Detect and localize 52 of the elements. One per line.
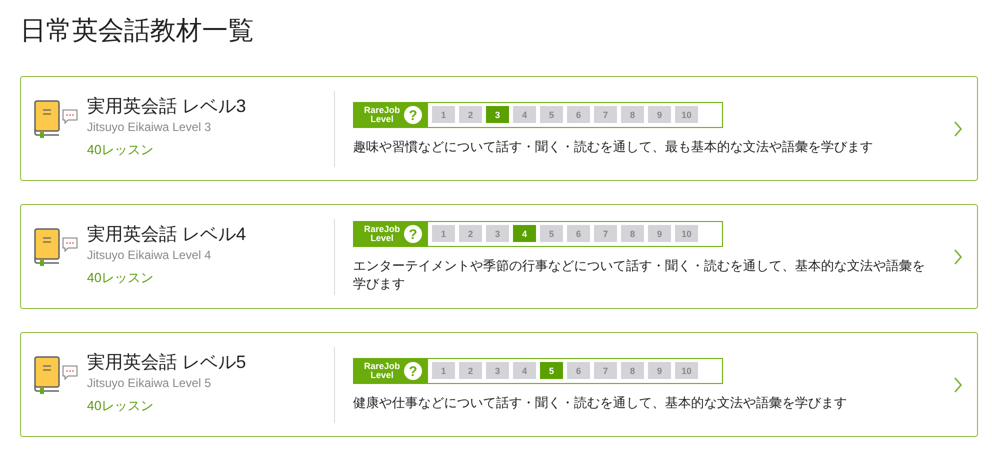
level-step: 2 bbox=[459, 362, 482, 379]
level-step: 10 bbox=[675, 225, 698, 242]
level-step: 2 bbox=[459, 225, 482, 242]
course-description: 趣味や習慣などについて話す・聞く・読むを通して、最も基本的な文法や語彙を学びます bbox=[353, 138, 874, 156]
level-step: 3 bbox=[486, 362, 510, 379]
course-description: 健康や仕事などについて話す・聞く・読むを通して、基本的な文法や語彙を学びます bbox=[353, 394, 848, 412]
book-icon bbox=[33, 226, 79, 266]
level-label: RareJob Level bbox=[364, 362, 400, 380]
course-title: 実用英会話 レベル3 bbox=[87, 94, 246, 116]
level-step: 1 bbox=[432, 106, 456, 123]
level-step: 9 bbox=[648, 362, 672, 379]
level-step: 6 bbox=[567, 106, 590, 123]
course-subtitle: Jitsuyo Eikaiwa Level 4 bbox=[87, 246, 212, 262]
level-step: 5 bbox=[540, 106, 564, 123]
page-title: 日常英会話教材一覧 bbox=[20, 14, 255, 46]
chevron-right-icon[interactable] bbox=[953, 248, 963, 264]
level-step: 4 bbox=[513, 106, 536, 123]
level-step: 6 bbox=[567, 362, 590, 379]
level-step: 7 bbox=[594, 106, 618, 123]
course-subtitle: Jitsuyo Eikaiwa Level 3 bbox=[87, 118, 212, 134]
lesson-count: 40レッスン bbox=[87, 396, 154, 414]
chevron-right-icon[interactable] bbox=[953, 120, 963, 136]
course-subtitle: Jitsuyo Eikaiwa Level 5 bbox=[87, 374, 212, 390]
level-step: 6 bbox=[567, 225, 590, 242]
course-description: エンターテイメントや季節の行事などについて話す・聞く・読むを通して、基本的な文法や語彙を学びます bbox=[353, 256, 926, 292]
level-step: 9 bbox=[648, 225, 672, 242]
level-label: RareJob Level bbox=[364, 106, 400, 124]
level-step: 10 bbox=[675, 106, 698, 123]
level-step: 8 bbox=[621, 106, 644, 123]
level-step: 7 bbox=[594, 225, 618, 242]
level-step: 8 bbox=[621, 362, 644, 379]
level-step: 8 bbox=[621, 225, 644, 242]
level-step: 2 bbox=[459, 106, 482, 123]
lesson-count: 40レッスン bbox=[87, 268, 154, 286]
level-step: 7 bbox=[594, 362, 618, 379]
level-step: 4 bbox=[513, 225, 536, 242]
level-step: 5 bbox=[540, 362, 564, 379]
level-step: 3 bbox=[486, 106, 510, 123]
chevron-right-icon[interactable] bbox=[953, 376, 963, 392]
level-step: 4 bbox=[513, 362, 536, 379]
book-icon bbox=[33, 354, 79, 394]
level-step: 5 bbox=[540, 225, 564, 242]
level-step: 3 bbox=[486, 225, 510, 242]
lesson-count: 40レッスン bbox=[87, 140, 154, 158]
course-title: 実用英会話 レベル4 bbox=[87, 222, 246, 244]
level-step: 9 bbox=[648, 106, 672, 123]
course-title: 実用英会話 レベル5 bbox=[87, 350, 246, 372]
level-step: 10 bbox=[675, 362, 698, 379]
book-icon bbox=[33, 98, 79, 138]
level-step: 1 bbox=[432, 362, 456, 379]
level-step: 1 bbox=[432, 225, 456, 242]
level-label: RareJob Level bbox=[364, 224, 400, 242]
